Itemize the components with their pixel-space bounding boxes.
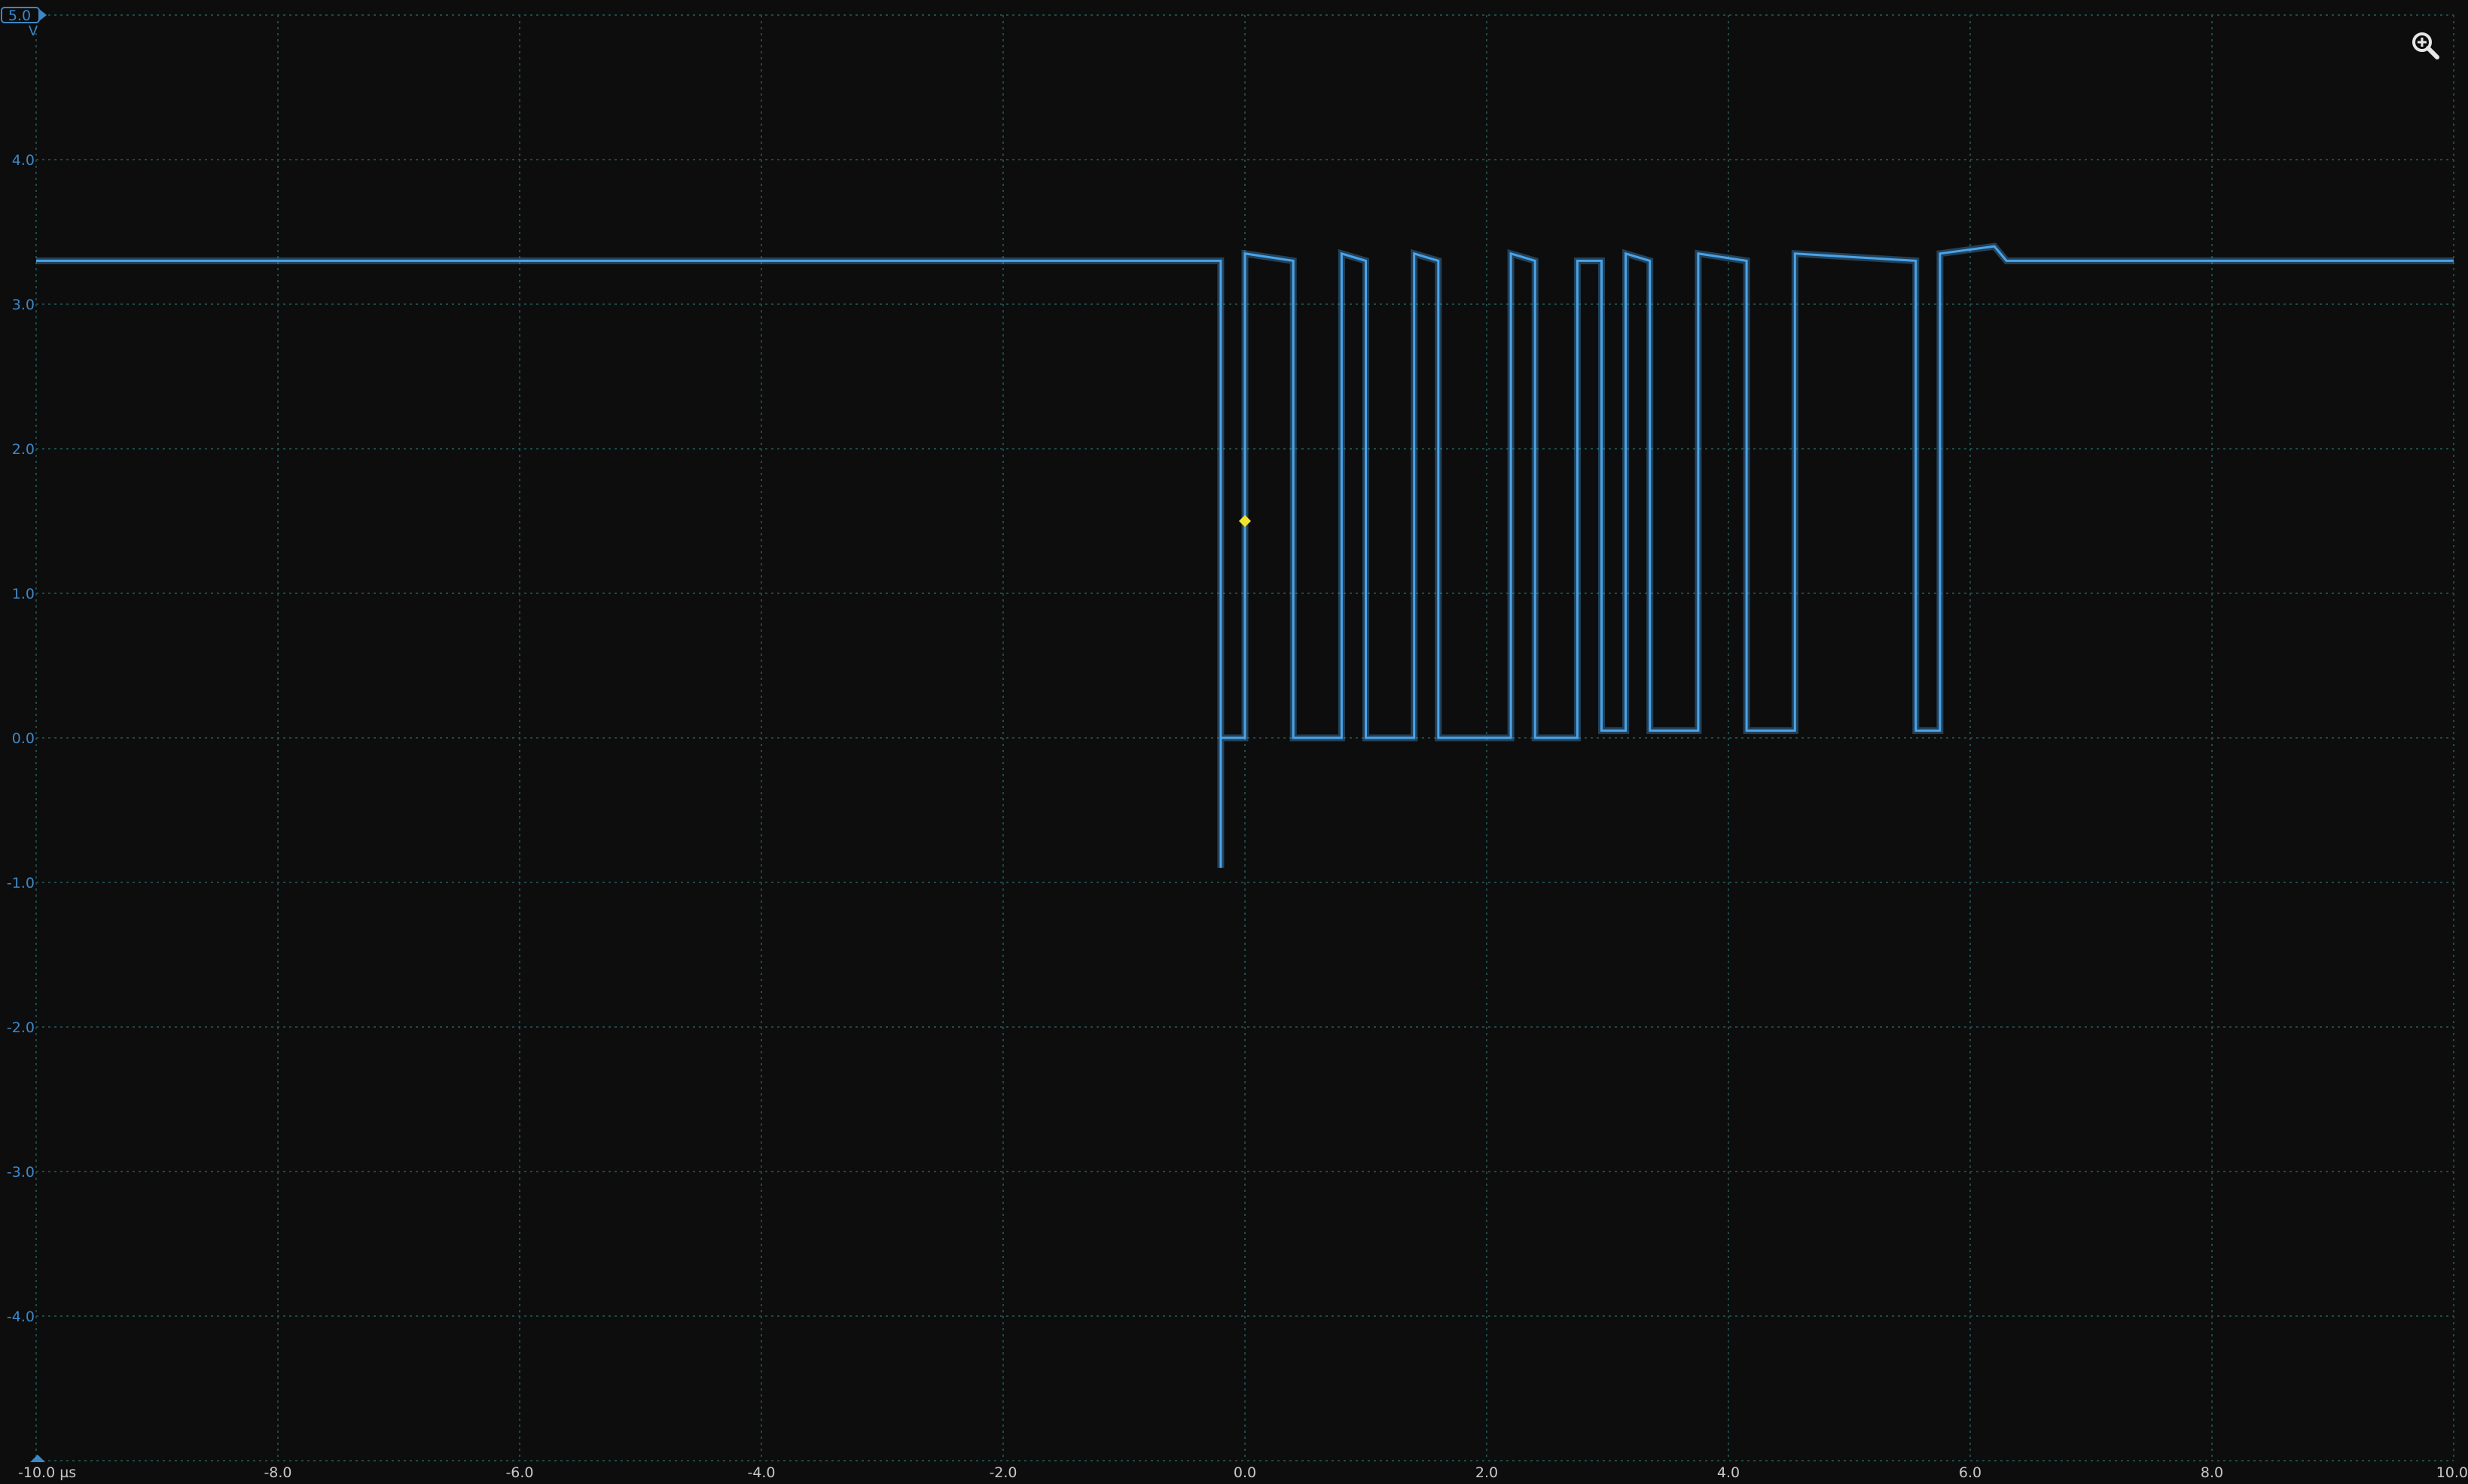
vertical-unit-label: V bbox=[29, 23, 38, 39]
y-tick-label: 2.0 bbox=[12, 441, 35, 458]
x-tick-label: -4.0 bbox=[747, 1464, 775, 1481]
x-tick-label: -8.0 bbox=[264, 1464, 291, 1481]
x-tick-label: 8.0 bbox=[2201, 1464, 2223, 1481]
x-tick-label: 2.0 bbox=[1475, 1464, 1498, 1481]
y-tick-label: -2.0 bbox=[7, 1019, 35, 1036]
x-tick-label: -10.0 µs bbox=[18, 1464, 76, 1481]
y-tick-label: 0.0 bbox=[12, 730, 35, 747]
oscilloscope-display: 4.0 3.0 2.0 1.0 0.0 -1.0 -2.0 -3.0 -4.0 -10.0 µs… bbox=[0, 0, 2468, 1484]
x-tick-label: 4.0 bbox=[1717, 1464, 1740, 1481]
x-tick-label: 10.0 bbox=[2436, 1464, 2468, 1481]
x-tick-label: -2.0 bbox=[989, 1464, 1017, 1481]
x-tick-label: -6.0 bbox=[505, 1464, 533, 1481]
x-tick-label: 6.0 bbox=[1959, 1464, 1981, 1481]
plot-background bbox=[0, 0, 2468, 1484]
y-tick-label: -3.0 bbox=[7, 1164, 35, 1181]
vertical-offset-value: 5.0 bbox=[8, 8, 31, 24]
y-tick-label: 1.0 bbox=[12, 586, 35, 602]
y-tick-label: -1.0 bbox=[7, 875, 35, 891]
x-tick-label: 0.0 bbox=[1234, 1464, 1256, 1481]
y-tick-label: 4.0 bbox=[12, 152, 35, 169]
y-tick-label: -4.0 bbox=[7, 1309, 35, 1325]
y-tick-label: 3.0 bbox=[12, 297, 35, 313]
